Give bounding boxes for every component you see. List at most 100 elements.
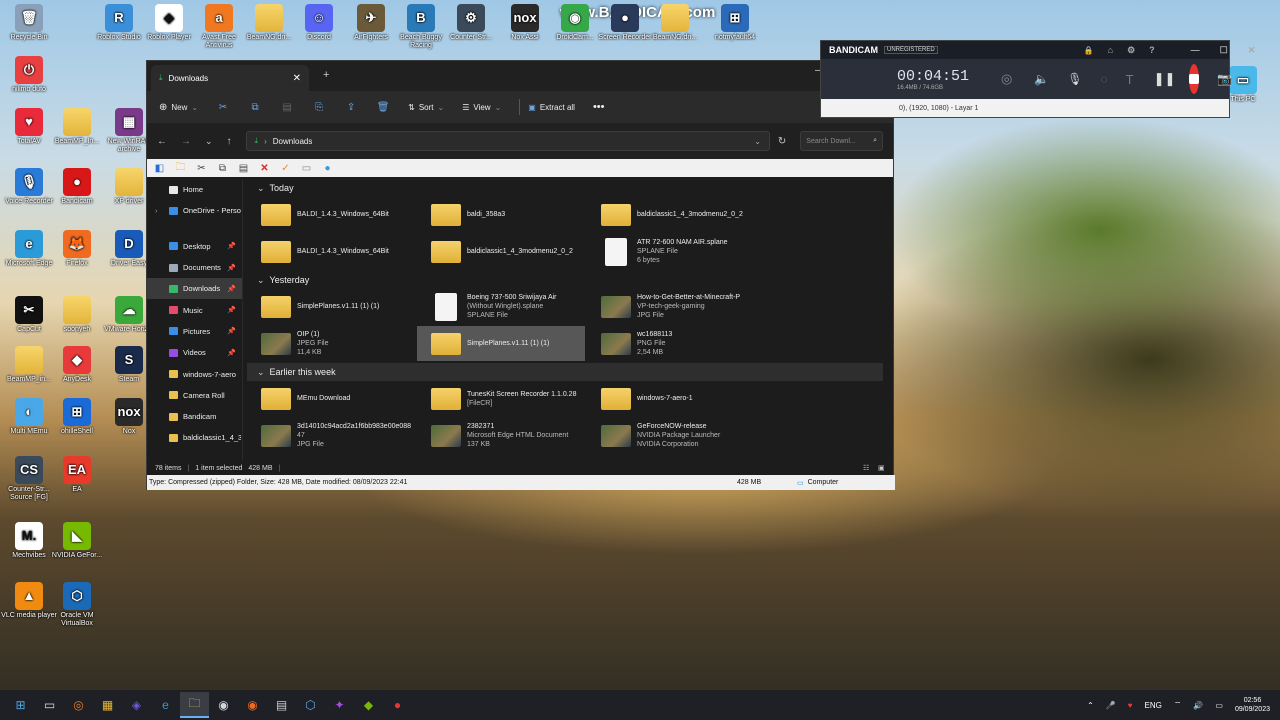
sidebar-item[interactable]: Home bbox=[147, 179, 242, 200]
globe-icon[interactable]: ● bbox=[321, 162, 334, 175]
minimize-icon[interactable]: — bbox=[1191, 45, 1200, 55]
details-view-icon[interactable]: ☷ bbox=[863, 464, 869, 472]
pin-icon[interactable]: 📌 bbox=[227, 242, 236, 250]
file-item[interactable]: ATR 72-600 NAM AIR.splane SPLANE File 6 by… bbox=[587, 234, 755, 269]
visual-studio-icon[interactable]: ◈ bbox=[122, 692, 151, 718]
more-options-icon[interactable]: ••• bbox=[593, 101, 605, 113]
avast-icon[interactable]: ◎ bbox=[64, 692, 93, 718]
pin-icon[interactable]: 📌 bbox=[227, 349, 236, 357]
checkmark-icon[interactable]: ✓ bbox=[279, 162, 292, 175]
file-item[interactable]: BALDI_1.4.3_Windows_64Bit bbox=[247, 234, 415, 269]
group-header[interactable]: ⌄ Yesterday bbox=[247, 271, 887, 289]
pin-icon[interactable]: 📌 bbox=[227, 264, 236, 272]
back-arrow-icon[interactable]: ← bbox=[157, 136, 167, 147]
virtualbox-icon[interactable]: ⬡ bbox=[296, 692, 325, 718]
desktop-icon-35[interactable]: EA EA bbox=[48, 456, 106, 494]
folder-icon[interactable]: ▤ bbox=[267, 692, 296, 718]
file-explorer-icon[interactable]: 🗀 bbox=[180, 692, 209, 718]
wifi-icon[interactable]: ⌔ bbox=[1174, 700, 1182, 710]
edge-icon[interactable]: e bbox=[151, 692, 180, 718]
file-item[interactable]: SimplePlanes.v1.11 (1) (1) bbox=[247, 289, 415, 324]
sidebar-item[interactable]: windows-7-aero bbox=[147, 363, 242, 384]
file-item[interactable]: baldi_358a3 bbox=[417, 197, 585, 232]
help-icon[interactable]: ? bbox=[1149, 45, 1155, 55]
file-item[interactable]: 3d14010c94acd2a1f6bb983e00e088 47 JPG File bbox=[247, 418, 415, 453]
view-button[interactable]: ☰ View ⌄ bbox=[462, 103, 501, 112]
desktop-icon-26[interactable]: soonyeh bbox=[48, 296, 106, 334]
file-item[interactable]: How-to-Get-Better-at-Minecraft-P VP-tech-… bbox=[587, 289, 755, 324]
up-arrow-icon[interactable]: ↑ bbox=[227, 136, 232, 147]
security-tray-icon[interactable]: ♥ bbox=[1128, 701, 1133, 710]
pause-icon[interactable]: ❚❚ bbox=[1154, 71, 1176, 87]
desktop-icon-37[interactable]: ◣ NVIDIA GeFor... bbox=[48, 522, 106, 560]
file-item[interactable]: 2382371 Microsoft Edge HTML Document 137 K… bbox=[417, 418, 585, 453]
expand-chevron-icon[interactable]: › bbox=[155, 206, 158, 215]
pin-icon[interactable]: 📌 bbox=[227, 306, 236, 314]
pin-icon[interactable]: 📌 bbox=[227, 327, 236, 335]
desktop-icon-39[interactable]: ⬡ Oracle VM VirtualBox bbox=[48, 582, 106, 628]
desktop-icon-15[interactable]: ⏻ nilimo duto bbox=[0, 56, 58, 94]
file-item[interactable]: SimplePlanes.v1.11 (1) (1) bbox=[417, 326, 585, 361]
sidebar-item[interactable]: Videos 📌 bbox=[147, 342, 242, 363]
firefox-icon[interactable]: ◉ bbox=[238, 692, 267, 718]
address-bar[interactable]: ⤓ › Downloads ⌄ bbox=[245, 131, 770, 151]
group-header[interactable]: ⌄ Earlier this week bbox=[247, 363, 883, 381]
paste-icon[interactable]: ▤ bbox=[280, 102, 294, 113]
new-tab-icon[interactable]: + bbox=[323, 69, 329, 81]
desktop-icon-17[interactable]: BeamMP_In... bbox=[48, 108, 106, 146]
desktop-icon-14[interactable]: ⊞ notmyfault64 bbox=[706, 4, 764, 42]
rename-icon[interactable]: ⎘ bbox=[312, 102, 326, 113]
speaker-icon[interactable]: 🔈 bbox=[1034, 72, 1049, 86]
language-indicator[interactable]: ENG bbox=[1145, 701, 1162, 710]
extract-all-button[interactable]: ▣ Extract all bbox=[528, 103, 575, 112]
clock[interactable]: 02:56 09/09/2023 bbox=[1235, 696, 1270, 714]
close-tab-icon[interactable]: ✕ bbox=[293, 73, 301, 84]
sidebar-item[interactable]: baldiclassic1_4_3 bbox=[147, 427, 242, 448]
desktop-icon-32[interactable]: ⊞ ohilleShell bbox=[48, 398, 106, 436]
gear-icon[interactable]: ⚙ bbox=[1127, 45, 1135, 56]
file-item[interactable]: baldiclassic1_4_3modmenu2_0_2 bbox=[587, 197, 755, 232]
address-dropdown-icon[interactable]: ⌄ bbox=[754, 137, 761, 146]
sidebar-item[interactable]: Bandicam bbox=[147, 406, 242, 427]
new-folder-icon[interactable]: 🗀 bbox=[174, 162, 187, 175]
sidebar-item[interactable]: › OneDrive - Perso bbox=[147, 200, 242, 221]
desktop-icon-9[interactable]: ⚙ Counter-Str... bbox=[442, 4, 500, 42]
steam-icon[interactable]: ◉ bbox=[209, 692, 238, 718]
stop-record-button[interactable] bbox=[1189, 64, 1200, 94]
file-item[interactable]: windows-7-aero-1 bbox=[587, 381, 755, 416]
sidebar-item[interactable]: Music 📌 bbox=[147, 299, 242, 320]
file-item[interactable]: Boeing 737-500 Sriwijaya Air (Without Win… bbox=[417, 289, 585, 324]
file-item[interactable]: baldiclassic1_4_3modmenu2_0_2 bbox=[417, 234, 585, 269]
file-item[interactable]: BALDI_1.4.3_Windows_64Bit bbox=[247, 197, 415, 232]
sidebar-item[interactable]: Camera Roll bbox=[147, 385, 242, 406]
forward-arrow-icon[interactable]: → bbox=[181, 136, 191, 147]
task-view-icon[interactable]: ▭ bbox=[35, 692, 64, 718]
game-icon[interactable]: ✦ bbox=[325, 692, 354, 718]
desktop-icon-6[interactable]: ☺ Discord bbox=[290, 4, 348, 42]
rename-icon[interactable]: ▭ bbox=[300, 162, 313, 175]
group-header[interactable]: ⌄ Today bbox=[247, 179, 887, 197]
refresh-icon[interactable]: ↻ bbox=[778, 136, 786, 147]
tab-downloads[interactable]: ⤓ Downloads ✕ bbox=[151, 65, 309, 91]
volume-icon[interactable]: 🔊 bbox=[1193, 701, 1203, 710]
desktop-icon-23[interactable]: 🦊 Firefox bbox=[48, 230, 106, 268]
microphone-icon[interactable]: 🎙 bbox=[1067, 72, 1082, 86]
desktop-icon-20[interactable]: ● Bandicam bbox=[48, 168, 106, 206]
sidebar-item[interactable]: Pictures 📌 bbox=[147, 321, 242, 342]
breadcrumb-downloads[interactable]: Downloads bbox=[273, 137, 313, 146]
cut-icon[interactable]: ✂ bbox=[216, 102, 230, 113]
file-item[interactable]: TunesKit Screen Recorder 1.1.0.28 [FileCR… bbox=[417, 381, 585, 416]
delete-icon[interactable]: 🗑 bbox=[376, 102, 390, 113]
properties-icon[interactable]: ◧ bbox=[153, 162, 166, 175]
text-overlay-icon[interactable]: T bbox=[1126, 72, 1134, 87]
home-icon[interactable]: ⌂ bbox=[1108, 45, 1113, 55]
desktop-icon-1[interactable]: 🗑 Recycle Bin bbox=[0, 4, 58, 42]
webcam-icon[interactable]: ◎ bbox=[1001, 71, 1012, 87]
share-icon[interactable]: ⇪ bbox=[344, 102, 358, 113]
tiles-view-icon[interactable]: ▣ bbox=[878, 464, 885, 472]
lock-icon[interactable]: 🔒 bbox=[1084, 46, 1094, 55]
paste-icon[interactable]: ▤ bbox=[237, 162, 250, 175]
desktop-icon-29[interactable]: ◆ AnyDesk bbox=[48, 346, 106, 384]
vmware-icon[interactable]: ◆ bbox=[354, 692, 383, 718]
pin-icon[interactable]: 📌 bbox=[227, 285, 236, 293]
